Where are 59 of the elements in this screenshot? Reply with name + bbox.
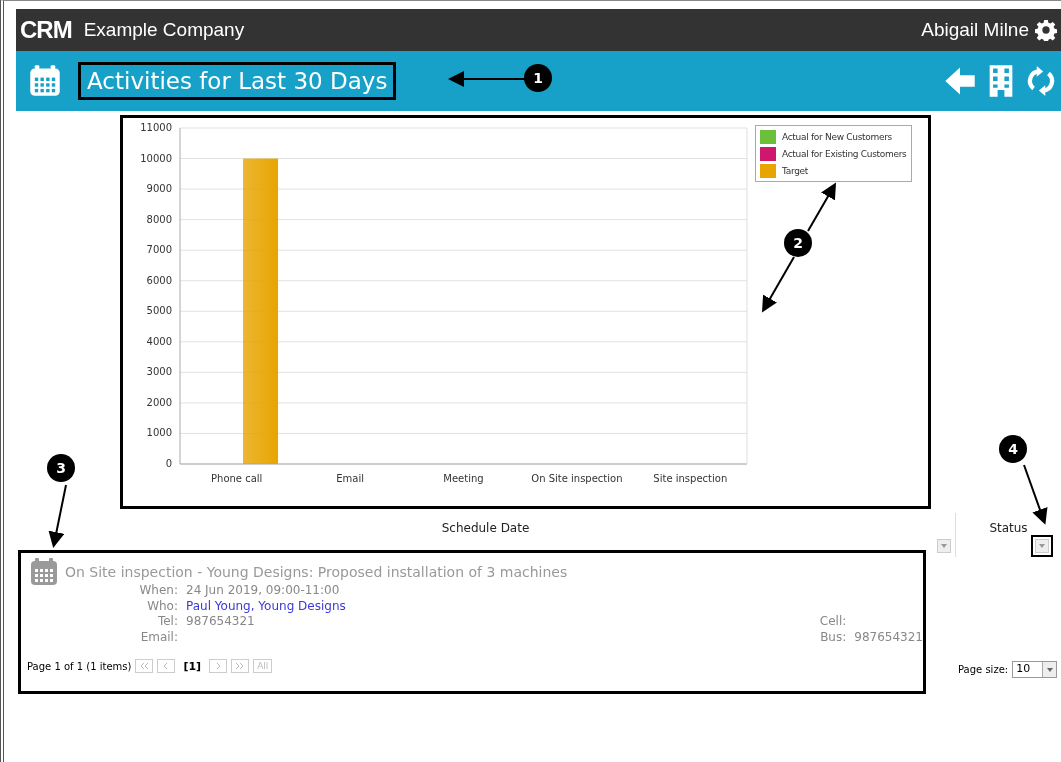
- field-label: Bus:: [819, 629, 847, 645]
- first-page-button[interactable]: [135, 659, 154, 673]
- x-tick-label: On Site inspection: [531, 473, 623, 484]
- field-value: 987654321: [854, 629, 923, 645]
- company-name: Example Company: [83, 19, 245, 41]
- x-tick-label: Phone call: [211, 473, 263, 484]
- callout-arrow: [1023, 464, 1048, 525]
- field-value: 987654321: [186, 614, 255, 630]
- double-chevron-right-icon: [235, 662, 246, 670]
- column-header[interactable]: Schedule Date: [441, 521, 530, 537]
- logo: CRM: [20, 16, 72, 44]
- y-tick-label: 0: [165, 458, 172, 469]
- y-tick-label: 5000: [146, 305, 172, 317]
- y-tick-label: 9000: [146, 183, 172, 195]
- caret-icon: [1045, 665, 1054, 674]
- column-header[interactable]: Status: [989, 521, 1028, 537]
- calendar-icon: [29, 557, 59, 587]
- user-name[interactable]: Abigail Milne: [921, 19, 1029, 41]
- field-label: When:: [138, 583, 178, 599]
- legend-label: Actual for Existing Customers: [782, 148, 907, 159]
- legend-label: Target: [782, 165, 809, 176]
- field-label: Who:: [146, 598, 178, 614]
- filter-dropdown-button[interactable]: [937, 539, 951, 553]
- x-tick-label: Site inspection: [653, 473, 728, 484]
- callout-number: 4: [999, 435, 1027, 463]
- field-label: Cell:: [818, 614, 847, 630]
- current-page[interactable]: [1]: [183, 659, 202, 673]
- building-icon[interactable]: [987, 64, 1015, 98]
- previous-page-button[interactable]: [157, 659, 176, 673]
- calendar-icon: [28, 64, 62, 98]
- y-tick-label: 2000: [146, 396, 172, 408]
- callout-number: 2: [784, 229, 812, 257]
- field-label: Tel:: [156, 614, 178, 630]
- next-page-button[interactable]: [209, 659, 228, 673]
- page-title: Activities for Last 30 Days: [78, 62, 397, 100]
- callout-number: 3: [47, 454, 75, 482]
- field-label: Email:: [139, 629, 178, 645]
- x-tick-label: Email: [336, 473, 364, 484]
- legend-label: Actual for New Customers: [782, 131, 892, 142]
- pager-summary: Page 1 of 1 (1 items): [27, 660, 132, 672]
- caret-icon: [1038, 542, 1046, 550]
- contact-link[interactable]: Paul Young, Young Designs: [186, 598, 346, 614]
- callout-arrow: [48, 484, 67, 548]
- refresh-icon[interactable]: [1025, 64, 1057, 98]
- y-tick-label: 6000: [146, 274, 172, 286]
- y-tick-label: 11000: [140, 122, 172, 133]
- x-tick-label: Meeting: [443, 473, 484, 484]
- page-size-dropdown[interactable]: 10: [1012, 661, 1058, 678]
- y-tick-label: 8000: [146, 213, 172, 225]
- y-tick-label: 10000: [140, 152, 172, 164]
- page-size-label: Page size:: [958, 664, 1009, 675]
- last-page-button[interactable]: [231, 659, 250, 673]
- y-tick-label: 3000: [146, 366, 172, 378]
- settings-icon[interactable]: [1035, 19, 1057, 41]
- y-tick-label: 1000: [146, 427, 172, 439]
- double-chevron-left-icon: [139, 662, 150, 670]
- y-tick-label: 4000: [146, 335, 172, 347]
- y-tick-label: 7000: [146, 244, 172, 256]
- caret-icon: [940, 542, 948, 550]
